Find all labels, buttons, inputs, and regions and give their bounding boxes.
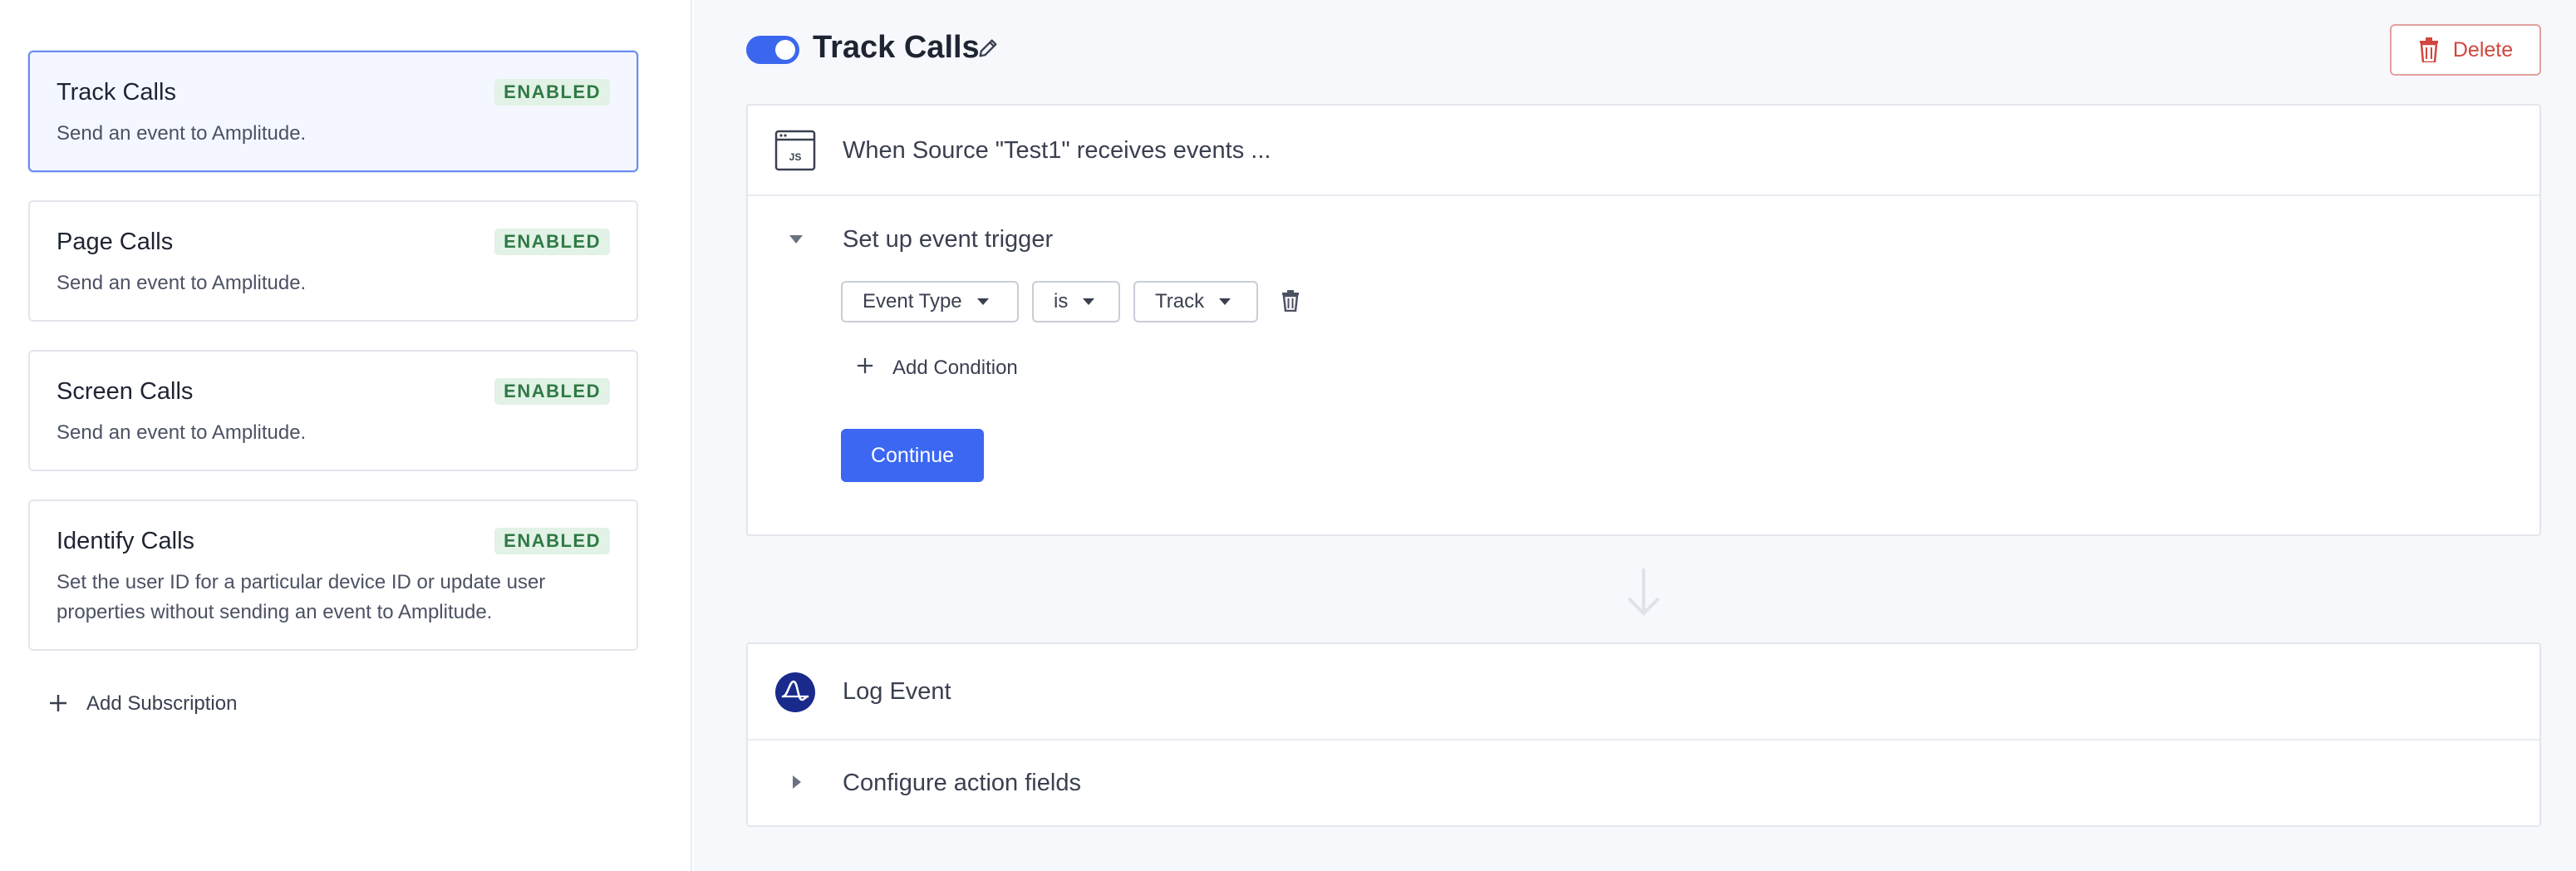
subscription-sidebar: Track Calls ENABLED Send an event to Amp… (0, 0, 692, 871)
subscription-card-screen-calls[interactable]: Screen Calls ENABLED Send an event to Am… (28, 350, 638, 471)
subscription-description: Send an event to Amplitude. (57, 272, 307, 294)
javascript-source-icon: JS (774, 130, 816, 171)
add-subscription-label: Add Subscription (86, 692, 238, 715)
configure-action-fields[interactable]: Configure action fields (843, 770, 1081, 797)
trash-icon (2419, 37, 2438, 62)
arrow-down-icon (1627, 568, 1660, 616)
status-badge: ENABLED (494, 378, 610, 405)
caret-down-icon[interactable] (788, 234, 804, 245)
continue-button[interactable]: Continue (841, 429, 984, 482)
subscription-description: Send an event to Amplitude. (57, 122, 307, 145)
subscription-card-page-calls[interactable]: Page Calls ENABLED Send an event to Ampl… (28, 200, 638, 322)
add-condition-button[interactable]: Add Condition (856, 354, 1018, 382)
action-panel: Log Event Configure action fields (746, 642, 2541, 827)
enabled-toggle[interactable] (746, 36, 799, 64)
page-title: Track Calls (813, 30, 980, 65)
status-badge: ENABLED (494, 229, 610, 255)
chevron-down-icon (1083, 298, 1095, 305)
plus-icon (48, 691, 68, 716)
caret-right-icon[interactable] (791, 774, 803, 790)
subscription-card-identify-calls[interactable]: Identify Calls ENABLED Set the user ID f… (28, 499, 638, 651)
status-badge: ENABLED (494, 79, 610, 106)
chevron-down-icon (1219, 298, 1231, 305)
subscription-description: Send an event to Amplitude. (57, 421, 307, 444)
subscription-title: Track Calls (57, 79, 176, 106)
section-title: Set up event trigger (843, 226, 1054, 253)
subscription-description: Set the user ID for a particular device … (57, 571, 546, 623)
svg-text:JS: JS (789, 151, 802, 163)
status-badge: ENABLED (494, 528, 610, 554)
pencil-icon[interactable] (976, 37, 1000, 60)
delete-button[interactable]: Delete (2390, 24, 2541, 76)
plus-icon (856, 357, 874, 381)
condition-operator-select[interactable]: is (1032, 281, 1120, 322)
add-condition-label: Add Condition (892, 357, 1018, 379)
condition-field-select[interactable]: Event Type (841, 281, 1019, 322)
subscription-title: Page Calls (57, 229, 174, 255)
subscription-title: Identify Calls (57, 528, 195, 554)
subscription-title: Screen Calls (57, 378, 194, 405)
divider (748, 739, 2539, 741)
delete-label: Delete (2452, 37, 2514, 62)
action-name: Log Event (843, 678, 951, 705)
source-trigger-text: When Source "Test1" receives events ... (843, 137, 1271, 164)
condition-value-select[interactable]: Track (1133, 281, 1258, 322)
condition-field-value: Event Type (863, 290, 962, 312)
chevron-down-icon (976, 298, 989, 305)
divider (748, 194, 2539, 196)
amplitude-logo-icon (775, 672, 815, 712)
subscription-card-track-calls[interactable]: Track Calls ENABLED Send an event to Amp… (28, 51, 638, 172)
condition-value: Track (1155, 290, 1205, 312)
add-subscription-button[interactable]: Add Subscription (48, 690, 237, 718)
trash-icon[interactable] (1281, 290, 1300, 312)
condition-operator-value: is (1054, 290, 1069, 312)
